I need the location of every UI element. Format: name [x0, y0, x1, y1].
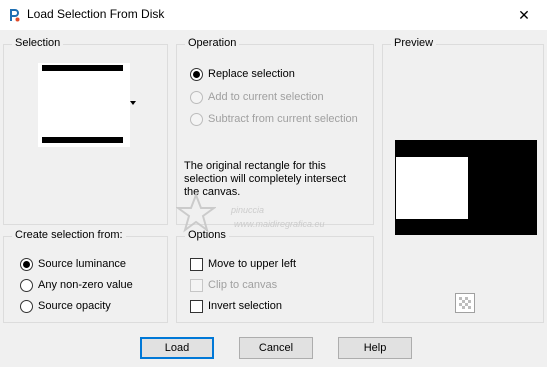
- any-non-zero-value-radio[interactable]: Any non-zero value: [20, 277, 133, 293]
- clip-to-canvas-checkbox[interactable]: Clip to canvas: [190, 277, 277, 293]
- source-opacity-radio[interactable]: Source opacity: [20, 298, 111, 314]
- transparency-pattern: [456, 294, 474, 312]
- preview-white-area: [396, 157, 468, 219]
- radio-indicator: [190, 67, 203, 81]
- checkerboard-icon[interactable]: [455, 293, 475, 313]
- move-to-upper-left-label: Move to upper left: [208, 258, 297, 270]
- source-luminance-label: Source luminance: [38, 258, 127, 270]
- paint-shop-pro-icon: [10, 9, 20, 22]
- add-to-selection-radio[interactable]: Add to current selection: [190, 89, 324, 105]
- create-selection-from-group: Create selection from: Source luminance …: [3, 229, 168, 323]
- thumbnail-bottom-bar: [42, 137, 123, 143]
- checkbox-indicator: [190, 257, 203, 271]
- title-bar: Load Selection From Disk ✕: [0, 0, 547, 30]
- preview-group-title: Preview: [391, 37, 437, 49]
- invert-selection-checkbox[interactable]: Invert selection: [190, 298, 282, 314]
- selection-thumbnail[interactable]: [38, 63, 130, 147]
- checkbox-indicator: [190, 299, 203, 313]
- selection-group: Selection: [3, 37, 168, 225]
- selection-group-title: Selection: [12, 37, 64, 49]
- subtract-from-selection-radio[interactable]: Subtract from current selection: [190, 111, 358, 127]
- radio-indicator: [190, 112, 203, 126]
- thumbnail-top-bar: [42, 65, 123, 71]
- cancel-button[interactable]: Cancel: [239, 337, 313, 359]
- add-to-selection-label: Add to current selection: [208, 91, 324, 103]
- close-button[interactable]: ✕: [501, 0, 547, 30]
- dropdown-arrow-icon[interactable]: [130, 101, 136, 105]
- radio-indicator: [20, 257, 33, 271]
- options-group: Options Move to upper left Clip to canva…: [176, 229, 374, 323]
- load-button[interactable]: Load: [140, 337, 214, 359]
- radio-indicator: [20, 278, 33, 292]
- replace-selection-radio[interactable]: Replace selection: [190, 66, 295, 82]
- checkbox-indicator: [190, 278, 203, 292]
- source-luminance-radio[interactable]: Source luminance: [20, 256, 126, 272]
- radio-indicator: [190, 90, 203, 104]
- preview-group: Preview: [382, 37, 544, 323]
- operation-group-title: Operation: [185, 37, 240, 49]
- create-selection-from-title: Create selection from:: [12, 229, 126, 241]
- help-button[interactable]: Help: [338, 337, 412, 359]
- source-opacity-label: Source opacity: [38, 300, 111, 312]
- subtract-from-selection-label: Subtract from current selection: [208, 113, 358, 125]
- close-icon: ✕: [518, 6, 530, 23]
- options-group-title: Options: [185, 229, 229, 241]
- radio-indicator: [20, 299, 33, 313]
- clip-to-canvas-label: Clip to canvas: [208, 279, 278, 291]
- move-to-upper-left-checkbox[interactable]: Move to upper left: [190, 256, 296, 272]
- preview-canvas: [395, 140, 537, 235]
- invert-selection-label: Invert selection: [208, 300, 282, 312]
- replace-selection-label: Replace selection: [208, 68, 295, 80]
- any-non-zero-value-label: Any non-zero value: [38, 279, 133, 291]
- operation-info-text: The original rectangle for this selectio…: [184, 160, 347, 198]
- operation-group: Operation Replace selection Add to curre…: [176, 37, 374, 225]
- window-title: Load Selection From Disk: [27, 7, 165, 21]
